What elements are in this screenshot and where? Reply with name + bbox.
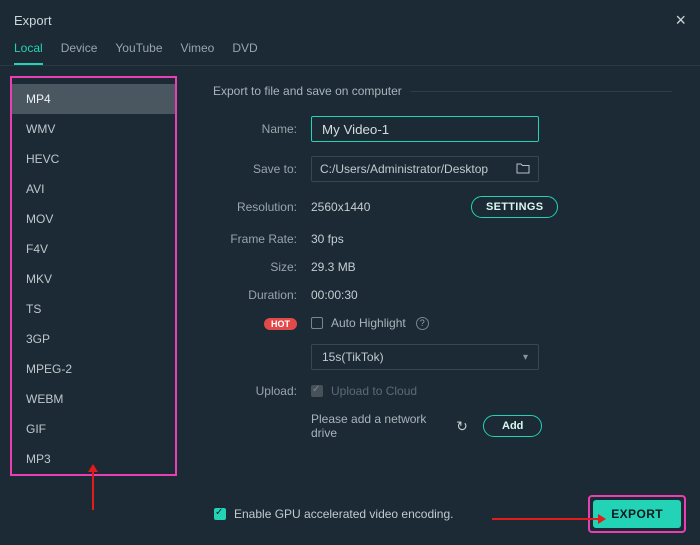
tab-local[interactable]: Local [14, 41, 43, 65]
autohighlight-checkbox[interactable] [311, 317, 323, 329]
duration-label: Duration: [213, 288, 297, 302]
framerate-label: Frame Rate: [213, 232, 297, 246]
gpu-label: Enable GPU accelerated video encoding. [234, 507, 453, 521]
add-button[interactable]: Add [483, 415, 542, 437]
resolution-value: 2560x1440 [311, 200, 471, 214]
refresh-icon[interactable]: ↻ [451, 415, 473, 437]
format-item-3gp[interactable]: 3GP [12, 324, 175, 354]
close-icon[interactable]: × [675, 10, 686, 31]
format-item-mkv[interactable]: MKV [12, 264, 175, 294]
annotation-arrow-up-icon [92, 470, 94, 510]
saveto-value: C:/Users/Administrator/Desktop [320, 162, 488, 176]
format-item-webm[interactable]: WEBM [12, 384, 175, 414]
format-item-mp4[interactable]: MP4 [12, 84, 175, 114]
upload-value: Upload to Cloud [331, 384, 417, 398]
upload-label: Upload: [213, 384, 297, 398]
size-label: Size: [213, 260, 297, 274]
name-input[interactable] [311, 116, 539, 142]
export-tabs: Local Device YouTube Vimeo DVD [0, 31, 700, 66]
folder-icon[interactable] [516, 162, 530, 177]
help-icon[interactable]: ? [416, 317, 429, 330]
framerate-value: 30 fps [311, 232, 344, 246]
preset-select[interactable]: 15s(TikTok) ▾ [311, 344, 539, 370]
section-title: Export to file and save on computer [213, 84, 402, 98]
tab-device[interactable]: Device [61, 41, 98, 65]
format-item-gif[interactable]: GIF [12, 414, 175, 444]
format-item-mov[interactable]: MOV [12, 204, 175, 234]
format-item-ts[interactable]: TS [12, 294, 175, 324]
resolution-label: Resolution: [213, 200, 297, 214]
preset-value: 15s(TikTok) [322, 350, 384, 364]
network-drive-msg: Please add a network drive [311, 412, 451, 440]
divider [410, 91, 672, 92]
gpu-checkbox[interactable] [214, 508, 226, 520]
tab-youtube[interactable]: YouTube [115, 41, 162, 65]
annotation-arrow-right-icon [492, 518, 600, 520]
format-item-f4v[interactable]: F4V [12, 234, 175, 264]
window-title: Export [14, 13, 52, 28]
tab-vimeo[interactable]: Vimeo [181, 41, 215, 65]
format-item-mpeg2[interactable]: MPEG-2 [12, 354, 175, 384]
tab-dvd[interactable]: DVD [232, 41, 257, 65]
settings-button[interactable]: SETTINGS [471, 196, 558, 218]
hot-badge: HOT [264, 318, 297, 330]
saveto-label: Save to: [213, 162, 297, 176]
duration-value: 00:00:30 [311, 288, 358, 302]
format-list: MP4 WMV HEVC AVI MOV F4V MKV TS 3GP MPEG… [10, 76, 177, 476]
format-item-wmv[interactable]: WMV [12, 114, 175, 144]
format-item-hevc[interactable]: HEVC [12, 144, 175, 174]
format-item-avi[interactable]: AVI [12, 174, 175, 204]
autohighlight-label: Auto Highlight [331, 316, 406, 330]
upload-checkbox [311, 385, 323, 397]
saveto-field[interactable]: C:/Users/Administrator/Desktop [311, 156, 539, 182]
size-value: 29.3 MB [311, 260, 356, 274]
name-label: Name: [213, 122, 297, 136]
chevron-down-icon: ▾ [523, 352, 528, 363]
export-button[interactable]: EXPORT [593, 500, 681, 528]
